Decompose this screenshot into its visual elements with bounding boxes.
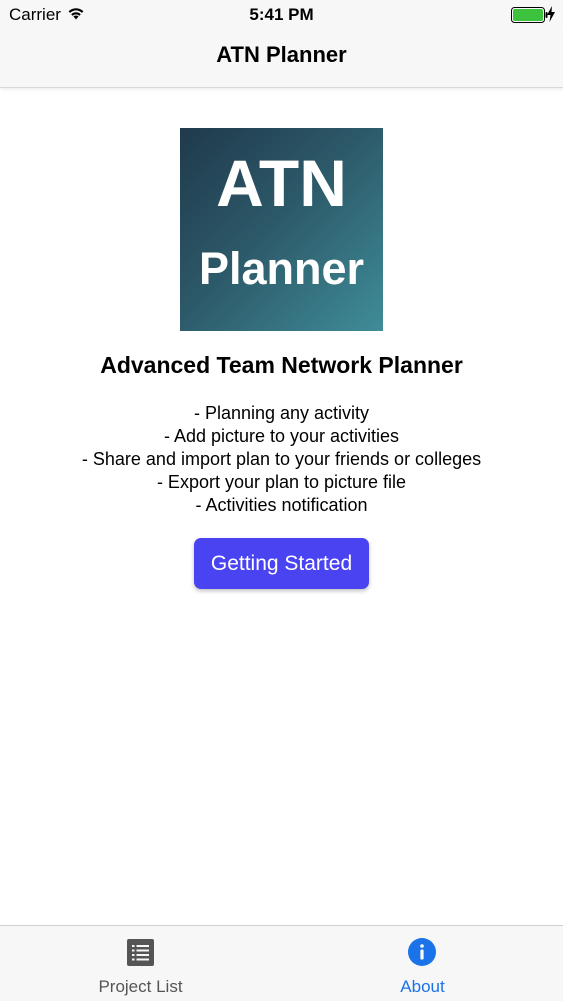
tab-about[interactable]: About: [282, 926, 563, 1001]
logo-text-line1: ATN: [216, 146, 347, 220]
app-logo: ATN Planner: [180, 128, 383, 331]
feature-item: - Planning any activity: [193, 403, 370, 423]
charging-bolt-icon: [547, 6, 555, 22]
feature-item: - Activities notification: [195, 495, 368, 515]
tab-project-list[interactable]: Project List: [0, 926, 281, 1001]
getting-started-button[interactable]: Getting Started: [194, 538, 369, 589]
logo-text-line2: Planner: [198, 243, 365, 294]
status-bar: Carrier 5:41 PM: [0, 0, 563, 30]
info-icon: [408, 938, 436, 966]
feature-list: - Planning any activity - Add picture to…: [0, 402, 563, 517]
status-time: 5:41 PM: [249, 5, 314, 24]
tab-label-about: About: [400, 977, 445, 996]
tab-bar: Project List About: [0, 925, 563, 1001]
battery-icon: [511, 7, 548, 23]
page-subtitle: Advanced Team Network Planner: [100, 352, 463, 378]
tab-label-project-list: Project List: [98, 977, 183, 996]
navigation-bar: ATN Planner: [0, 30, 563, 88]
feature-item: - Add picture to your activities: [163, 426, 400, 446]
nav-title: ATN Planner: [216, 42, 347, 67]
feature-item: - Share and import plan to your friends …: [81, 449, 482, 469]
list-icon: [127, 939, 154, 966]
feature-item: - Export your plan to picture file: [156, 472, 407, 492]
